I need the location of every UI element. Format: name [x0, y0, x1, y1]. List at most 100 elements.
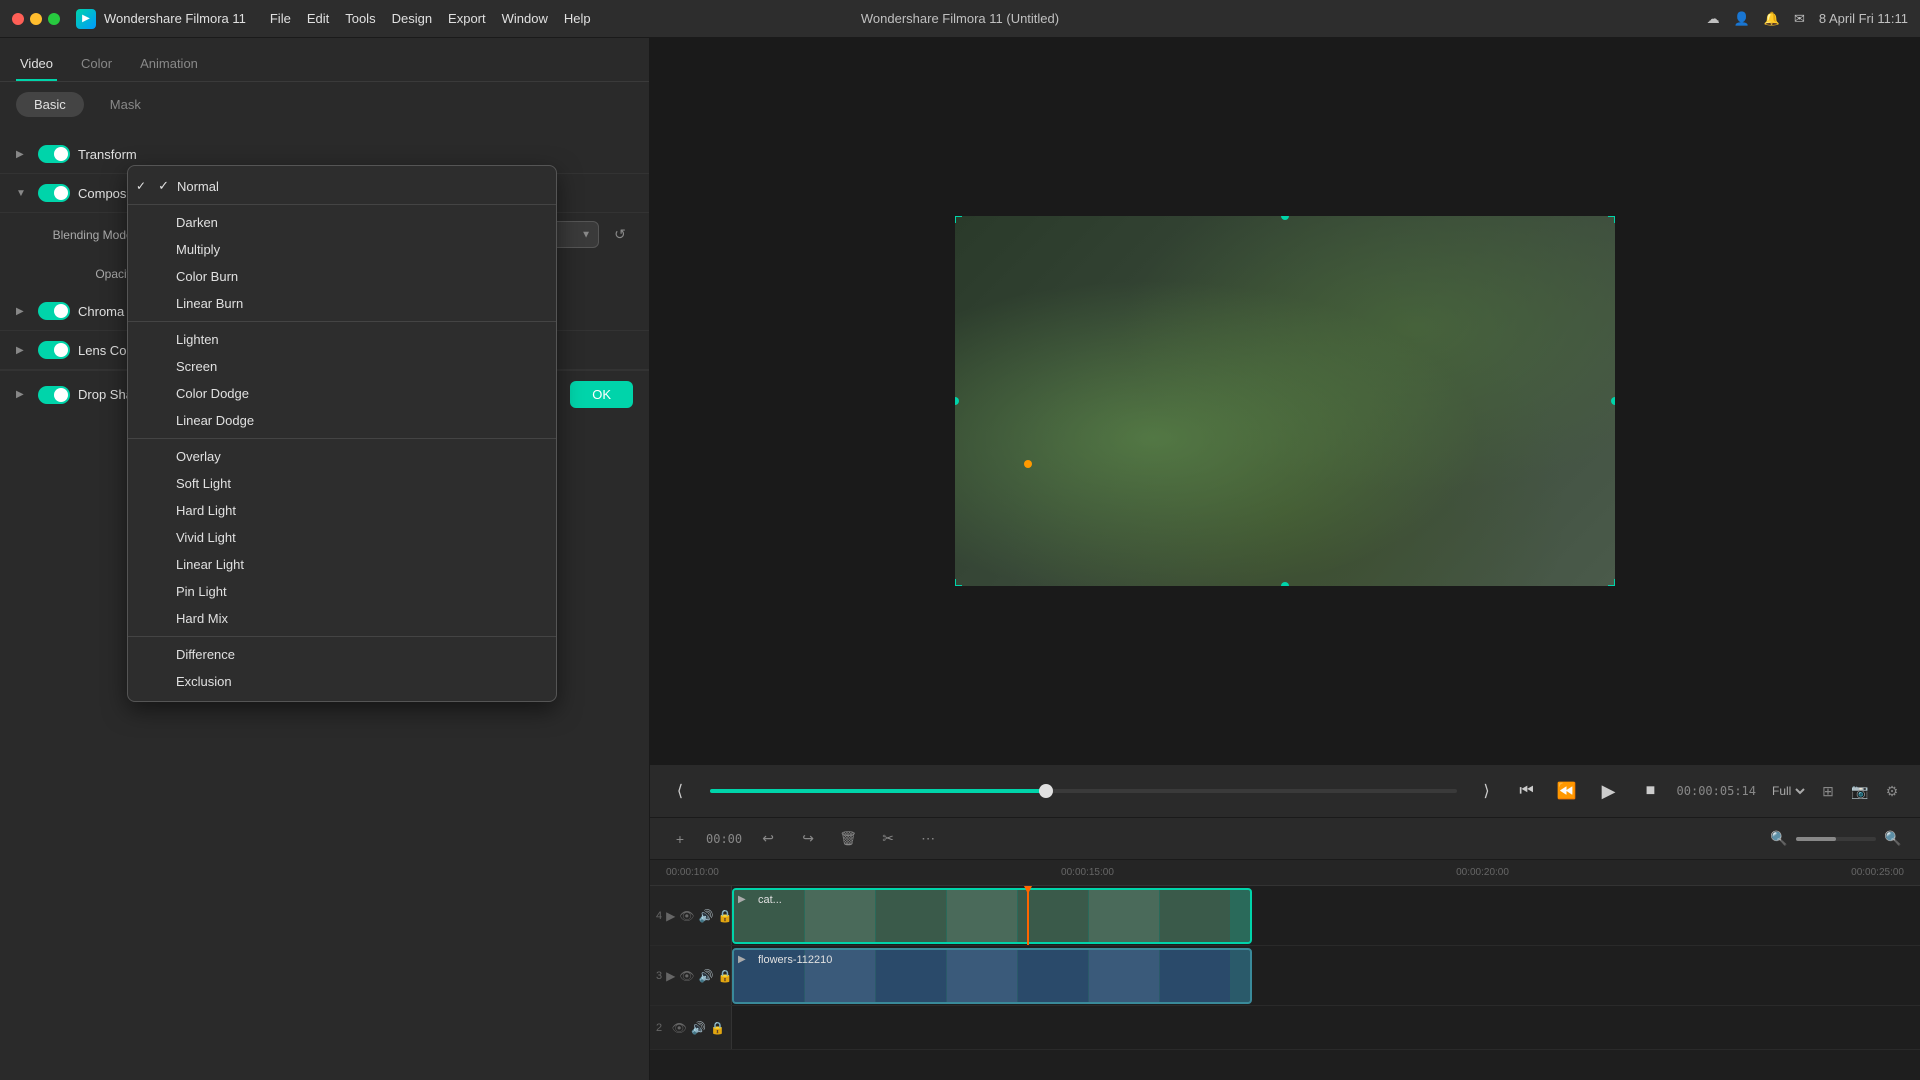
menu-design[interactable]: Design — [392, 11, 432, 26]
drop-shadow-arrow[interactable]: ▶ — [16, 389, 30, 400]
play-button[interactable]: ▶ — [1593, 775, 1625, 807]
timeline-fill — [710, 789, 1046, 793]
blend-option-hard-mix[interactable]: Hard Mix — [128, 605, 556, 632]
compositing-toggle[interactable] — [38, 184, 70, 202]
blend-option-exclusion[interactable]: Exclusion — [128, 668, 556, 695]
track-visible-4[interactable]: 👁 — [679, 907, 694, 925]
timeline-thumb[interactable] — [1039, 784, 1053, 798]
blend-option-vivid-light[interactable]: Vivid Light — [128, 524, 556, 551]
playhead[interactable] — [1027, 886, 1029, 945]
subtab-basic[interactable]: Basic — [16, 92, 84, 117]
blend-option-color-dodge[interactable]: Color Dodge — [128, 380, 556, 407]
snapshot-button[interactable]: 📷 — [1848, 779, 1872, 803]
track-lock-3[interactable]: 🔒 — [718, 967, 733, 985]
blend-option-multiply[interactable]: Multiply — [128, 236, 556, 263]
blend-option-label: Lighten — [176, 332, 219, 347]
traffic-lights[interactable] — [12, 13, 60, 25]
bell-icon[interactable]: 🔔 — [1764, 11, 1780, 27]
refresh-button[interactable]: ↺ — [607, 222, 633, 248]
fit-screen-button[interactable]: ⊞ — [1816, 779, 1840, 803]
blend-option-lighten[interactable]: Lighten — [128, 326, 556, 353]
transform-toggle[interactable] — [38, 145, 70, 163]
menu-help[interactable]: Help — [564, 11, 591, 26]
track-audio-4[interactable]: 🔊 — [699, 907, 714, 925]
view-options: Full 1/2 1/4 ⊞ 📷 ⚙ — [1768, 779, 1904, 803]
account-icon[interactable]: 👤 — [1734, 11, 1750, 27]
zoom-slider[interactable] — [1796, 837, 1876, 841]
clip-cat[interactable]: ▶ cat... — [732, 888, 1252, 944]
clip-flowers[interactable]: ▶ flowers-112210 — [732, 948, 1252, 1004]
blend-option-color-burn[interactable]: Color Burn — [128, 263, 556, 290]
chroma-key-arrow[interactable]: ▶ — [16, 306, 30, 317]
compositing-arrow[interactable]: ▼ — [16, 188, 30, 199]
tab-color[interactable]: Color — [77, 48, 116, 81]
tab-video[interactable]: Video — [16, 48, 57, 81]
settings-button[interactable]: ⚙ — [1880, 779, 1904, 803]
menu-window[interactable]: Window — [502, 11, 548, 26]
menu-bar[interactable]: File Edit Tools Design Export Window Hel… — [270, 11, 591, 26]
minimize-button[interactable] — [30, 13, 42, 25]
transform-handle[interactable] — [1024, 460, 1032, 468]
panel-subtabs: Basic Mask — [0, 82, 649, 127]
more-button[interactable]: ⋯ — [914, 825, 942, 853]
menu-edit[interactable]: Edit — [307, 11, 329, 26]
corner-handle-bl[interactable] — [955, 579, 962, 586]
blend-option-hard-light[interactable]: Hard Light — [128, 497, 556, 524]
menu-export[interactable]: Export — [448, 11, 486, 26]
undo-button[interactable]: ↩ — [754, 825, 782, 853]
nav-left-button[interactable]: ⟨ — [666, 777, 694, 805]
blend-option-darken[interactable]: Darken — [128, 209, 556, 236]
blend-option-difference[interactable]: Difference — [128, 641, 556, 668]
titlebar: ▶ Wondershare Filmora 11 File Edit Tools… — [0, 0, 1920, 38]
ok-button[interactable]: OK — [570, 381, 633, 408]
blend-option-normal[interactable]: ✓ Normal — [128, 172, 556, 200]
track-audio-2[interactable]: 🔊 — [691, 1019, 706, 1037]
drop-shadow-toggle[interactable] — [38, 386, 70, 404]
close-button[interactable] — [12, 13, 24, 25]
corner-handle-tr[interactable] — [1608, 216, 1615, 223]
nav-right-button[interactable]: ⟩ — [1473, 777, 1501, 805]
blend-option-pin-light[interactable]: Pin Light — [128, 578, 556, 605]
transform-arrow[interactable]: ▶ — [16, 149, 30, 160]
lens-correct-toggle[interactable] — [38, 341, 70, 359]
zoom-in-button[interactable]: 🔍 — [1882, 828, 1904, 850]
blend-option-label: Linear Light — [176, 557, 244, 572]
track-lock-4[interactable]: 🔒 — [718, 907, 733, 925]
menu-file[interactable]: File — [270, 11, 291, 26]
track-lock-2[interactable]: 🔒 — [710, 1019, 725, 1037]
track-visible-3[interactable]: 👁 — [679, 967, 694, 985]
ruler-marks: 00:00:10:00 00:00:15:00 00:00:20:00 00:0… — [666, 867, 1904, 878]
split-button[interactable]: ✂ — [874, 825, 902, 853]
track-audio-3[interactable]: 🔊 — [699, 967, 714, 985]
track-visible-2[interactable]: 👁 — [672, 1019, 687, 1037]
lens-correct-arrow[interactable]: ▶ — [16, 345, 30, 356]
corner-handle-tl[interactable] — [955, 216, 962, 223]
rewind-button[interactable]: ⏮ — [1513, 777, 1541, 805]
timeline-scrubber[interactable] — [710, 789, 1457, 793]
mid-handle-left[interactable] — [955, 397, 959, 405]
chroma-key-toggle[interactable] — [38, 302, 70, 320]
zoom-out-button[interactable]: 🔍 — [1768, 828, 1790, 850]
delete-button[interactable]: 🗑 — [834, 825, 862, 853]
quality-select[interactable]: Full 1/2 1/4 — [1768, 783, 1808, 799]
blend-option-linear-burn[interactable]: Linear Burn — [128, 290, 556, 317]
corner-handle-br[interactable] — [1608, 579, 1615, 586]
mid-handle-top[interactable] — [1281, 216, 1289, 220]
email-icon[interactable]: ✉ — [1794, 11, 1805, 27]
blend-option-linear-dodge[interactable]: Linear Dodge — [128, 407, 556, 434]
transform-label: Transform — [78, 147, 137, 162]
add-media-button[interactable]: + — [666, 825, 694, 853]
step-back-button[interactable]: ⏪ — [1553, 777, 1581, 805]
subtab-mask[interactable]: Mask — [92, 92, 159, 117]
stop-button[interactable]: ■ — [1637, 777, 1665, 805]
blend-option-overlay[interactable]: Overlay — [128, 443, 556, 470]
blend-option-screen[interactable]: Screen — [128, 353, 556, 380]
blend-option-label: Normal — [177, 179, 219, 194]
menu-tools[interactable]: Tools — [345, 11, 375, 26]
fullscreen-button[interactable] — [48, 13, 60, 25]
blend-option-linear-light[interactable]: Linear Light — [128, 551, 556, 578]
redo-button[interactable]: ↪ — [794, 825, 822, 853]
mid-handle-bottom[interactable] — [1281, 582, 1289, 586]
blend-option-soft-light[interactable]: Soft Light — [128, 470, 556, 497]
tab-animation[interactable]: Animation — [136, 48, 202, 81]
